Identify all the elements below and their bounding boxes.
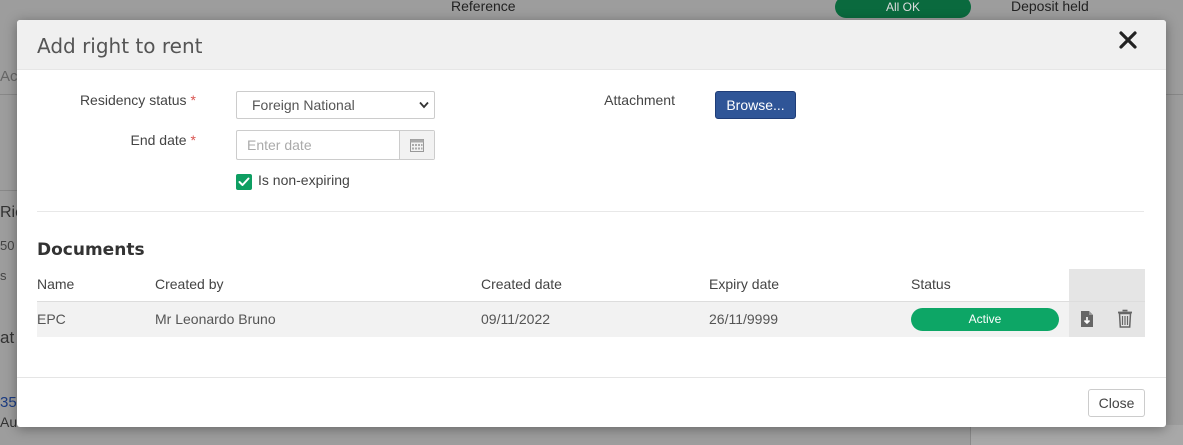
download-icon[interactable] [1080, 310, 1094, 328]
column-header-created-date: Created date [481, 276, 562, 292]
add-right-to-rent-dialog: Add right to rent Residency status * Fore… [17, 20, 1166, 427]
footer-divider [17, 377, 1166, 378]
dialog-title: Add right to rent [37, 34, 203, 58]
close-button[interactable]: Close [1088, 389, 1145, 417]
required-marker: * [190, 132, 196, 148]
end-date-label-text: End date [130, 132, 187, 148]
document-name: EPC [37, 311, 66, 327]
document-created-date: 09/11/2022 [481, 311, 551, 327]
residency-status-value: Foreign National [252, 97, 355, 113]
documents-title: Documents [37, 240, 145, 260]
end-date-label: End date * [76, 132, 196, 148]
background-status-pill: All OK [835, 0, 971, 18]
document-created-by: Mr Leonardo Bruno [155, 311, 276, 327]
non-expiring-checkbox[interactable] [236, 174, 252, 190]
attachment-label: Attachment [604, 92, 675, 108]
checkmark-icon [238, 177, 250, 186]
background-text-fragment: 50 [0, 238, 15, 253]
calendar-icon [410, 139, 424, 152]
chevron-down-icon [419, 101, 429, 109]
dialog-header: Add right to rent [17, 20, 1166, 70]
close-icon[interactable] [1116, 28, 1140, 52]
background-text-fragment: Ac [0, 68, 17, 85]
actions-column-header [1069, 269, 1145, 301]
non-expiring-label: Is non-expiring [258, 172, 350, 188]
browse-button[interactable]: Browse... [715, 91, 796, 119]
calendar-button[interactable] [399, 131, 434, 159]
column-header-expiry-date: Expiry date [709, 276, 780, 292]
column-header-created-by: Created by [155, 276, 224, 292]
end-date-input[interactable] [237, 131, 400, 159]
status-badge: Active [911, 308, 1059, 331]
background-link-fragment: 35 [0, 394, 17, 411]
background-text-fragment: at [0, 328, 15, 347]
background-header: Reference All OK Deposit held [0, 0, 1183, 20]
background-text-fragment: Au [0, 414, 17, 430]
table-row: EPC Mr Leonardo Bruno 09/11/2022 26/11/9… [37, 302, 1145, 337]
required-marker: * [190, 92, 196, 108]
background-divider [1166, 94, 1183, 95]
background-divider [0, 94, 17, 95]
background-deposit-label: Deposit held [1011, 0, 1089, 14]
document-expiry-date: 26/11/9999 [709, 311, 779, 327]
column-header-status: Status [911, 276, 951, 292]
background-side-panel [970, 425, 1183, 445]
trash-icon[interactable] [1117, 309, 1133, 328]
row-actions [1069, 302, 1145, 337]
background-divider [0, 190, 17, 191]
background-text-fragment: Ric [0, 204, 17, 221]
section-divider [37, 211, 1144, 212]
background-reference-label: Reference [451, 0, 516, 14]
residency-status-select[interactable]: Foreign National [236, 91, 435, 119]
column-header-name: Name [37, 276, 75, 292]
residency-status-label: Residency status * [76, 92, 196, 108]
background-text-fragment: s [0, 268, 7, 283]
end-date-field [236, 130, 435, 160]
residency-status-label-text: Residency status [79, 92, 187, 108]
